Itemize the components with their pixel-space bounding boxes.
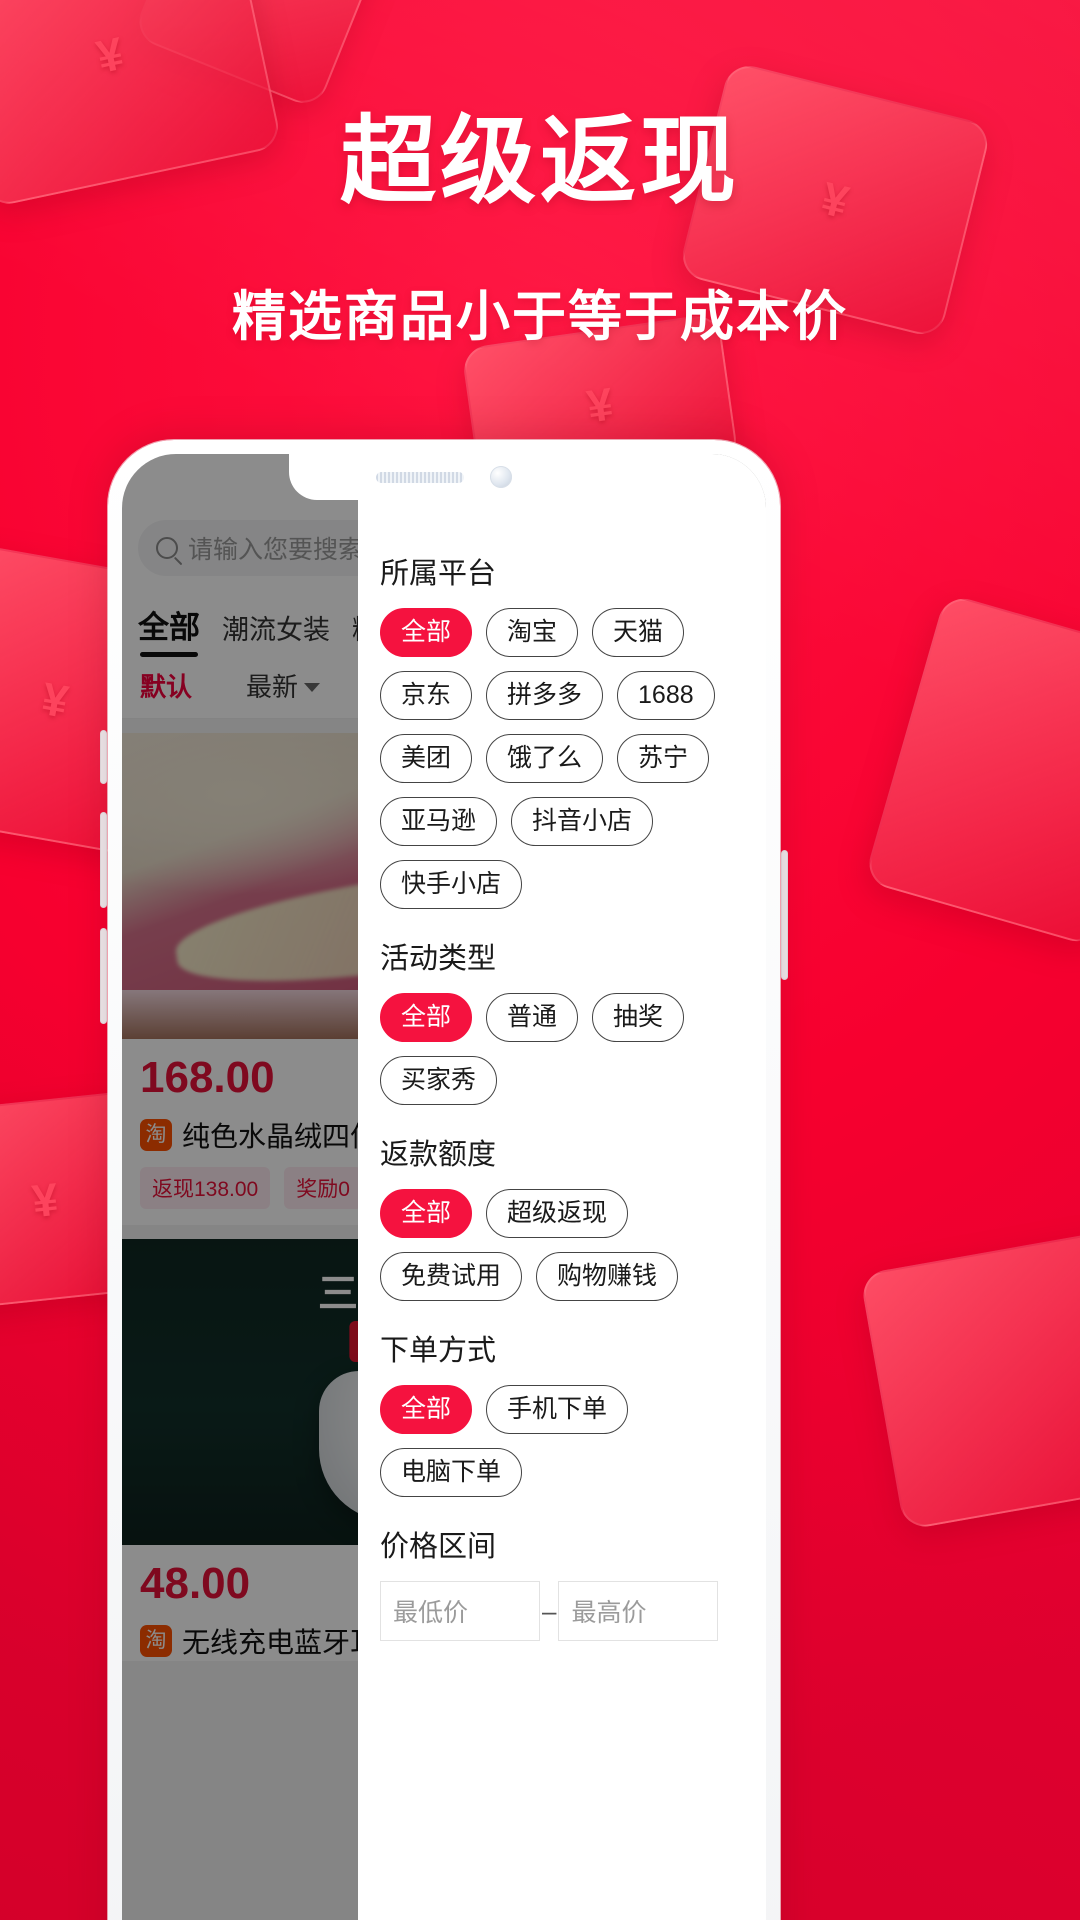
price-range-row: 最低价 – 最高价 <box>380 1581 744 1641</box>
section-title-rebate-amount: 返款额度 <box>380 1139 497 1171</box>
rebate-chip-earn-money[interactable]: 购物赚钱 <box>536 1252 679 1301</box>
order-chip-mobile[interactable]: 手机下单 <box>486 1385 629 1434</box>
platform-chip-1688[interactable]: 1688 <box>617 671 715 720</box>
activity-type-chip-group: 全部 普通 抽奖 买家秀 <box>380 993 744 1105</box>
price-range-separator: – <box>542 1595 557 1626</box>
front-camera-icon <box>490 466 512 488</box>
yen-icon: ¥ <box>92 26 128 84</box>
platform-chip-kuaishou[interactable]: 快手小店 <box>380 860 523 909</box>
poster-stage: ¥ ¥ ¥ ¥ ¥ 超级返现 精选商品小于等于成本价 请输入您要搜索的 全部 潮… <box>0 0 1080 1920</box>
platform-chip-taobao[interactable]: 淘宝 <box>486 608 579 657</box>
phone-mute-button[interactable] <box>100 730 107 784</box>
section-title-price-range: 价格区间 <box>380 1531 497 1563</box>
activity-chip-all[interactable]: 全部 <box>380 993 473 1042</box>
rebate-chip-free-trial[interactable]: 免费试用 <box>380 1252 523 1301</box>
min-price-input[interactable]: 最低价 <box>380 1581 540 1641</box>
max-price-input[interactable]: 最高价 <box>558 1581 719 1641</box>
platform-chip-meituan[interactable]: 美团 <box>380 734 473 783</box>
min-price-placeholder: 最低价 <box>393 1599 469 1627</box>
poster-subtitle: 精选商品小于等于成本价 <box>232 287 848 347</box>
platform-chip-amazon[interactable]: 亚马逊 <box>380 797 498 846</box>
platform-chip-group: 全部 淘宝 天猫 京东 拼多多 1688 美团 饿了么 苏宁 亚马逊 抖音小店 … <box>380 608 744 909</box>
phone-notch <box>289 454 599 500</box>
platform-chip-jd[interactable]: 京东 <box>380 671 473 720</box>
filter-drawer: 所属平台 全部 淘宝 天猫 京东 拼多多 1688 美团 饿了么 苏宁 亚马逊 … <box>358 454 766 1920</box>
activity-chip-lottery[interactable]: 抽奖 <box>592 993 685 1042</box>
platform-chip-suning[interactable]: 苏宁 <box>617 734 710 783</box>
platform-chip-douyin[interactable]: 抖音小店 <box>511 797 654 846</box>
yen-icon: ¥ <box>29 1172 61 1228</box>
rebate-amount-chip-group: 全部 超级返现 免费试用 购物赚钱 <box>380 1189 744 1301</box>
platform-chip-eleme[interactable]: 饿了么 <box>486 734 604 783</box>
yen-icon: ¥ <box>37 672 73 728</box>
phone-power-button[interactable] <box>781 850 788 980</box>
order-chip-all[interactable]: 全部 <box>380 1385 473 1434</box>
phone-mockup: 请输入您要搜索的 全部 潮流女装 精品男 默认 最新 <box>108 440 780 1920</box>
phone-screen: 请输入您要搜索的 全部 潮流女装 精品男 默认 最新 <box>122 454 766 1920</box>
order-method-chip-group: 全部 手机下单 电脑下单 <box>380 1385 744 1497</box>
phone-volume-up-button[interactable] <box>100 812 107 908</box>
platform-chip-tmall[interactable]: 天猫 <box>592 608 685 657</box>
earpiece-speaker-icon <box>376 471 464 483</box>
platform-chip-pdd[interactable]: 拼多多 <box>486 671 604 720</box>
section-title-order-method: 下单方式 <box>380 1335 497 1367</box>
platform-chip-all[interactable]: 全部 <box>380 608 473 657</box>
activity-chip-buyer-show[interactable]: 买家秀 <box>380 1056 498 1105</box>
rebate-chip-all[interactable]: 全部 <box>380 1189 473 1238</box>
rebate-chip-super-cashback[interactable]: 超级返现 <box>486 1189 629 1238</box>
section-title-platform: 所属平台 <box>380 558 497 590</box>
activity-chip-normal[interactable]: 普通 <box>486 993 579 1042</box>
max-price-placeholder: 最高价 <box>571 1599 647 1627</box>
yen-icon: ¥ <box>583 377 617 433</box>
poster-title: 超级返现 <box>340 108 740 215</box>
order-chip-desktop[interactable]: 电脑下单 <box>380 1448 523 1497</box>
phone-volume-down-button[interactable] <box>100 928 107 1024</box>
section-title-activity-type: 活动类型 <box>380 943 497 975</box>
